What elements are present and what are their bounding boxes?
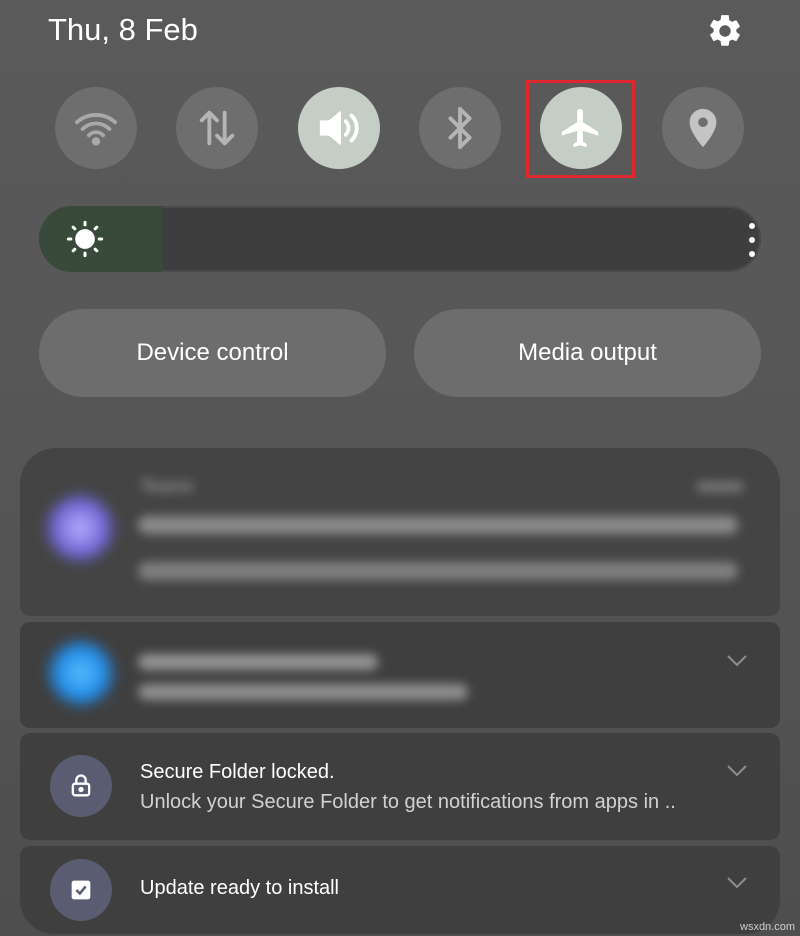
- more-options-icon[interactable]: [745, 220, 759, 260]
- blurred-line: [138, 562, 738, 580]
- lock-icon: [71, 774, 91, 797]
- chevron-down-icon[interactable]: [726, 764, 748, 778]
- notification-card-teams[interactable]: Teams: [20, 448, 780, 616]
- airplane-highlight-box: [526, 80, 635, 178]
- notification-app-name: Teams: [140, 476, 194, 496]
- settings-gear-icon[interactable]: [706, 12, 744, 50]
- sound-tile[interactable]: [298, 87, 380, 169]
- chevron-down-icon[interactable]: [726, 876, 748, 890]
- bluetooth-icon: [448, 106, 472, 150]
- mobile-data-tile[interactable]: [176, 87, 258, 169]
- media-output-button[interactable]: Media output: [414, 309, 761, 397]
- sun-icon: [66, 220, 104, 258]
- checkbox-icon: [71, 880, 91, 900]
- wifi-icon: [74, 113, 118, 146]
- location-tile[interactable]: [662, 87, 744, 169]
- app-avatar: [50, 755, 112, 817]
- device-control-button[interactable]: Device control: [39, 309, 386, 397]
- app-avatar: [50, 642, 112, 704]
- notification-title: Update ready to install: [140, 877, 340, 899]
- blurred-line: [138, 654, 378, 670]
- blurred-line: [696, 482, 744, 492]
- blurred-line: [138, 684, 468, 700]
- volume-icon: [319, 110, 359, 146]
- app-avatar: [48, 496, 112, 560]
- notification-title: Secure Folder locked.: [140, 761, 335, 783]
- watermark: wsxdn.com: [740, 921, 796, 933]
- date-label: Thu, 8 Feb: [48, 12, 198, 47]
- notification-card-update[interactable]: Update ready to install: [20, 846, 780, 934]
- app-avatar: [50, 859, 112, 921]
- notification-body: Unlock your Secure Folder to get notific…: [140, 791, 676, 813]
- blurred-line: [138, 516, 738, 534]
- notification-card-blurred[interactable]: [20, 622, 780, 728]
- data-arrows-icon: [199, 110, 235, 146]
- bluetooth-tile[interactable]: [419, 87, 501, 169]
- wifi-tile[interactable]: [55, 87, 137, 169]
- notification-card-secure-folder[interactable]: Secure Folder locked. Unlock your Secure…: [20, 733, 780, 840]
- location-pin-icon: [689, 108, 717, 148]
- brightness-slider[interactable]: [39, 206, 761, 272]
- chevron-down-icon[interactable]: [726, 654, 748, 668]
